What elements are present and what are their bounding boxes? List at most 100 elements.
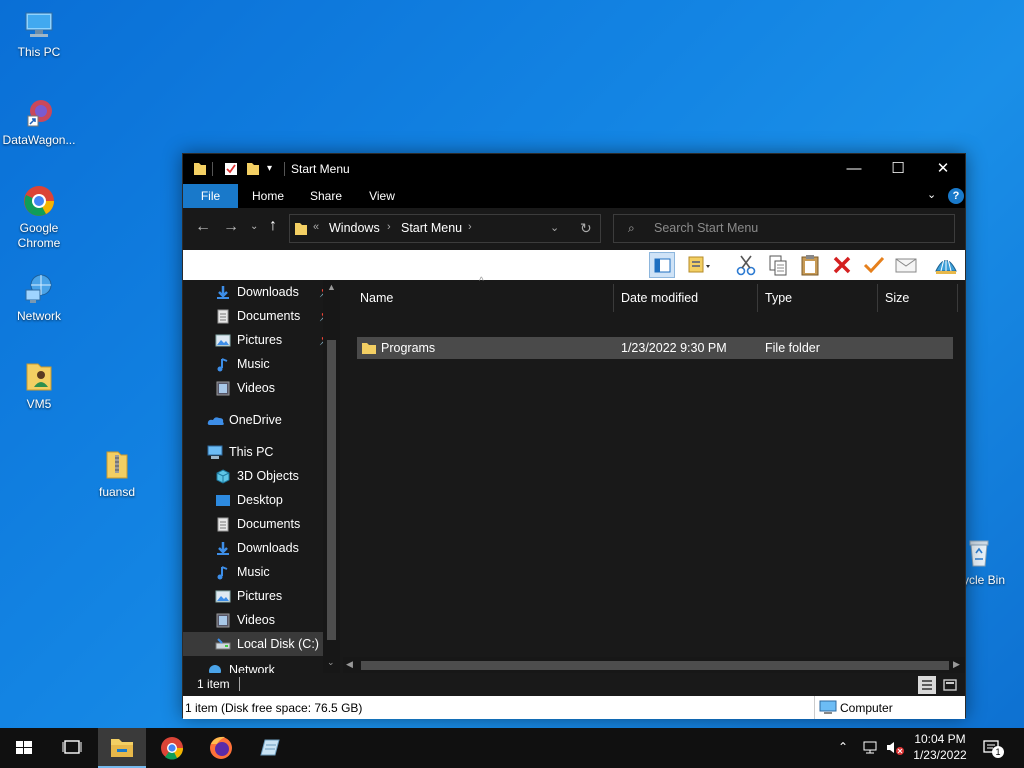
disk-free-space-text: 1 item (Disk free space: 76.5 GB): [185, 701, 363, 715]
clock-time: 10:04 PM: [914, 732, 966, 746]
expand-ribbon-chevron-icon[interactable]: ⌄: [927, 188, 936, 201]
address-history-chevron-icon[interactable]: ⌄: [550, 221, 559, 234]
paste-icon[interactable]: [797, 252, 823, 278]
start-button[interactable]: [0, 728, 48, 768]
recent-locations-chevron-icon[interactable]: ⌄: [250, 221, 258, 232]
navigation-pane-toggle-icon[interactable]: [649, 252, 675, 278]
taskbar-chrome[interactable]: [148, 728, 196, 768]
file-name: Programs: [381, 341, 436, 355]
scroll-right-icon[interactable]: ▶: [953, 659, 960, 670]
desktop-icon-datawagon[interactable]: DataWagon...: [1, 96, 77, 148]
show-hidden-icons-chevron[interactable]: ⌃: [838, 740, 848, 768]
scroll-down-icon[interactable]: ⌄: [327, 657, 335, 668]
chrome-icon: [161, 737, 184, 760]
datawagon-shortcut-icon: [22, 96, 56, 130]
network-status-icon[interactable]: [862, 739, 880, 768]
music-note-icon: [215, 357, 231, 372]
address-overflow-chevron[interactable]: «: [313, 221, 319, 233]
qa-separator: [212, 162, 213, 176]
column-header-name[interactable]: Name: [360, 284, 393, 312]
shell-icon[interactable]: [933, 252, 959, 278]
desktop-icon-chrome[interactable]: Google Chrome: [1, 184, 77, 251]
column-separator[interactable]: [613, 284, 614, 312]
tab-view[interactable]: View: [357, 184, 407, 208]
documents-icon: [215, 309, 231, 324]
forward-arrow-icon[interactable]: →: [223, 218, 239, 236]
sort-ascending-icon: ^: [479, 276, 484, 287]
clock-date: 1/23/2022: [913, 748, 967, 762]
notification-count-badge: 1: [992, 746, 1004, 758]
status-bar: 1 item: [183, 673, 965, 696]
refresh-icon[interactable]: ↻: [580, 220, 592, 237]
title-bar[interactable]: ▾ Start Menu — ☐ ✕: [183, 154, 965, 184]
help-icon[interactable]: ?: [948, 188, 964, 204]
taskbar-file-explorer[interactable]: [98, 728, 146, 768]
window-title: Start Menu: [291, 162, 350, 176]
documents-icon: [215, 517, 231, 532]
breadcrumb-separator-icon[interactable]: ›: [387, 221, 391, 233]
delete-icon[interactable]: [829, 252, 855, 278]
properties-icon[interactable]: [224, 161, 238, 177]
recycle-bin-icon: [962, 536, 996, 570]
tab-home[interactable]: Home: [243, 184, 293, 208]
taskbar-firefox[interactable]: [197, 728, 245, 768]
properties-check-icon[interactable]: [861, 252, 887, 278]
desktop-icon-vm5[interactable]: VM5: [1, 360, 77, 412]
search-icon: ⌕: [628, 221, 635, 235]
network-icon: [207, 663, 223, 673]
scroll-up-icon[interactable]: ▲: [327, 282, 336, 292]
new-folder-icon[interactable]: [246, 161, 260, 177]
videos-icon: [215, 381, 231, 396]
minimize-button[interactable]: —: [831, 154, 877, 184]
clock[interactable]: 10:04 PM 1/23/2022: [905, 728, 975, 768]
search-box[interactable]: ⌕ Search Start Menu: [613, 214, 955, 243]
desktop-icon-network[interactable]: Network: [1, 272, 77, 324]
horizontal-scrollbar[interactable]: ◀ ▶: [343, 657, 965, 674]
search-input[interactable]: Search Start Menu: [654, 221, 758, 235]
desktop-icon-label: This PC: [17, 45, 61, 59]
volume-muted-icon[interactable]: [885, 739, 907, 768]
3d-objects-icon: [215, 469, 231, 484]
navigation-pane-scrollbar[interactable]: ▲ ⌄: [323, 280, 340, 673]
close-button[interactable]: ✕: [920, 154, 966, 184]
customize-quick-access-icon[interactable]: ▾: [267, 163, 272, 179]
tab-share[interactable]: Share: [301, 184, 351, 208]
scroll-left-icon[interactable]: ◀: [346, 659, 353, 670]
copy-icon[interactable]: [765, 252, 791, 278]
column-header-date-modified[interactable]: Date modified: [621, 284, 698, 312]
action-center-button[interactable]: 1: [982, 738, 1006, 768]
navigation-bar: ← → ⌄ ↑ « Windows › Start Menu › ⌄ ↻ ⌕ S…: [183, 208, 965, 250]
details-view-icon[interactable]: [918, 676, 936, 694]
back-arrow-icon[interactable]: ←: [195, 218, 211, 236]
desktop-icon-fuansd[interactable]: fuansd: [79, 448, 155, 500]
scrollbar-thumb[interactable]: [327, 340, 336, 640]
column-separator[interactable]: [957, 284, 958, 312]
status-separator: [239, 677, 240, 691]
address-bar[interactable]: « Windows › Start Menu › ⌄ ↻: [289, 214, 601, 243]
details-separator: [814, 696, 815, 719]
file-row[interactable]: Programs 1/23/2022 9:30 PM File folder: [357, 337, 953, 359]
column-header-type[interactable]: Type: [765, 284, 792, 312]
views-menu-icon[interactable]: [685, 252, 711, 278]
desktop-icon-this-pc[interactable]: This PC: [1, 8, 77, 60]
column-separator[interactable]: [757, 284, 758, 312]
tab-file[interactable]: File: [183, 184, 238, 208]
breadcrumb-windows[interactable]: Windows: [329, 221, 380, 235]
column-header-size[interactable]: Size: [885, 284, 909, 312]
music-note-icon: [215, 565, 231, 580]
column-separator[interactable]: [877, 284, 878, 312]
up-arrow-icon[interactable]: ↑: [269, 217, 277, 235]
taskbar: ⌃ 10:04 PM 1/23/2022 1: [0, 728, 1024, 768]
cut-icon[interactable]: [733, 252, 759, 278]
file-explorer-icon: [111, 739, 133, 757]
breadcrumb-start-menu[interactable]: Start Menu: [401, 221, 462, 235]
scrollbar-thumb[interactable]: [361, 661, 949, 670]
pictures-icon: [215, 589, 231, 604]
email-icon[interactable]: [893, 252, 919, 278]
maximize-button[interactable]: ☐: [875, 154, 921, 184]
taskbar-app[interactable]: [246, 728, 294, 768]
task-view-button[interactable]: [48, 728, 96, 768]
computer-icon: [819, 700, 837, 718]
large-icons-view-icon[interactable]: [941, 676, 959, 694]
breadcrumb-separator-icon[interactable]: ›: [468, 221, 472, 233]
